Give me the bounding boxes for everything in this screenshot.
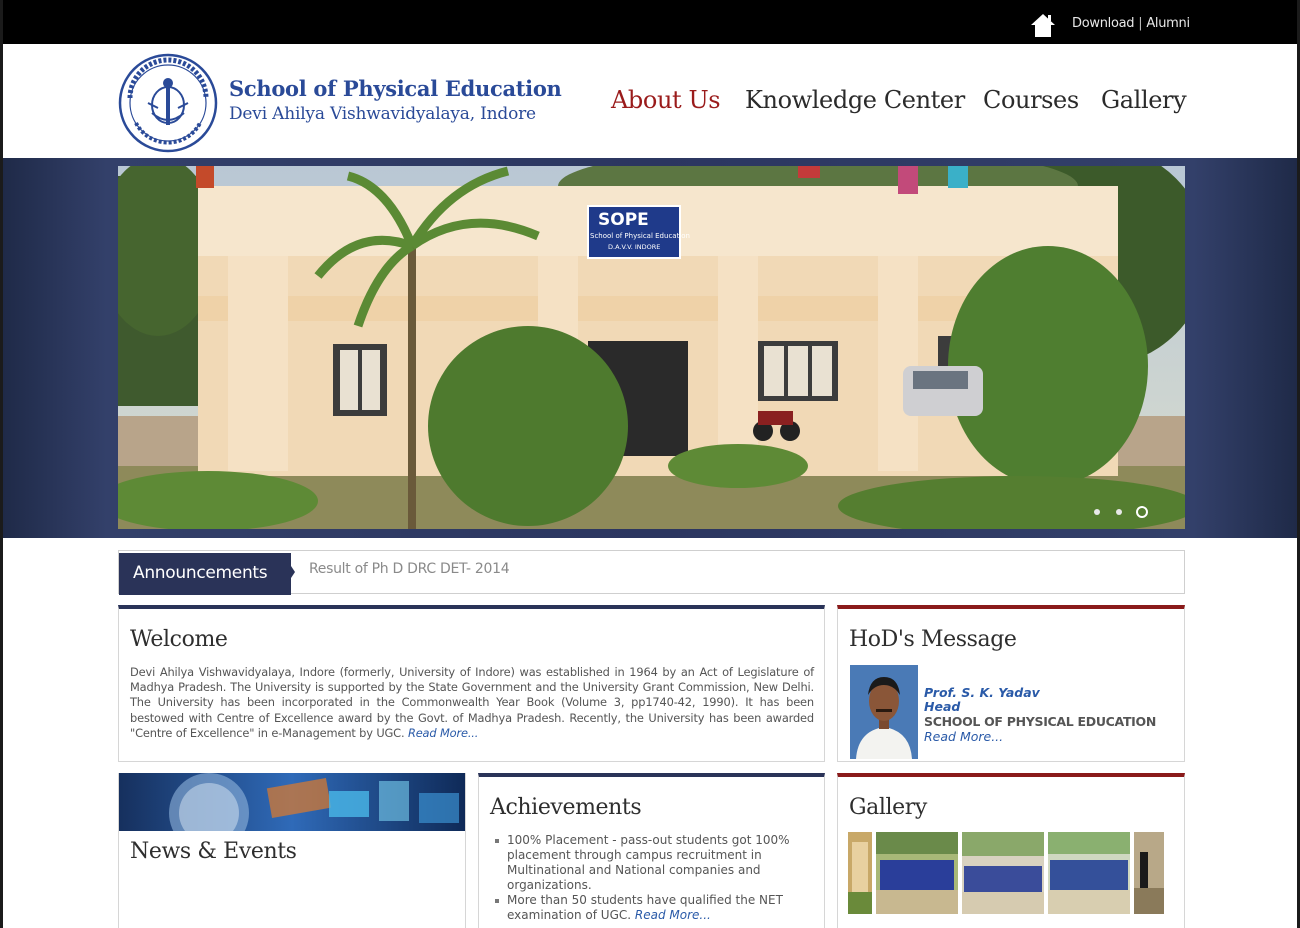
hod-department: SCHOOL OF PHYSICAL EDUCATION: [924, 714, 1157, 729]
achievements-list: 100% Placement - pass-out students got 1…: [495, 833, 811, 923]
achievements-read-more-link[interactable]: Read More...: [635, 908, 711, 922]
gallery-thumb[interactable]: [1048, 832, 1130, 914]
gallery-thumb[interactable]: [962, 832, 1044, 914]
welcome-text: Devi Ahilya Vishwavidyalaya, Indore (for…: [130, 665, 814, 741]
hod-read-more-link[interactable]: Read More...: [924, 729, 1003, 744]
hod-portrait: [850, 665, 918, 759]
slider-dots: [1090, 506, 1160, 520]
announcements-label: Announcements: [119, 553, 291, 595]
university-seal-icon[interactable]: [118, 53, 218, 153]
achievements-panel: Achievements 100% Placement - pass-out s…: [478, 773, 825, 928]
gallery-thumb[interactable]: [848, 832, 872, 914]
nav-courses[interactable]: Courses: [983, 86, 1079, 114]
download-link[interactable]: Download: [1072, 16, 1135, 31]
news-title: News & Events: [130, 839, 297, 864]
home-icon[interactable]: [1030, 12, 1056, 38]
welcome-read-more-link[interactable]: Read More...: [408, 726, 478, 740]
gallery-strip: [848, 832, 1168, 914]
nav-knowledge-center[interactable]: Knowledge Center: [745, 86, 965, 114]
sign-line3: D.A.V.V. INDORE: [608, 243, 660, 251]
achievement-item: 100% Placement - pass-out students got 1…: [495, 833, 811, 893]
top-links-separator: |: [1138, 16, 1143, 31]
gallery-thumb[interactable]: [876, 832, 958, 914]
welcome-panel: Welcome Devi Ahilya Vishwavidyalaya, Ind…: [118, 605, 825, 762]
announcement-item[interactable]: Result of Ph D DRC DET- 2014: [309, 561, 510, 577]
sign-subtitle: School of Physical Education: [590, 232, 690, 240]
hod-panel: HoD's Message Prof. S. K. Yadav Head SCH…: [837, 605, 1185, 762]
nav-about-us[interactable]: About Us: [611, 86, 721, 114]
banner-slide-image: SOPE School of Physical Education D.A.V.…: [118, 166, 1185, 529]
alumni-link[interactable]: Alumni: [1146, 16, 1190, 31]
slider-dot-1[interactable]: [1094, 509, 1100, 515]
top-links: Download | Alumni: [1072, 16, 1190, 31]
site-subtitle: Devi Ahilya Vishwavidyalaya, Indore: [229, 104, 536, 124]
announcements-bar: Announcements Result of Ph D DRC DET- 20…: [118, 550, 1185, 595]
achievements-title: Achievements: [490, 795, 642, 820]
gallery-panel: Gallery: [837, 773, 1185, 928]
achievement-text: 100% Placement - pass-out students got 1…: [507, 833, 790, 892]
welcome-title: Welcome: [130, 627, 228, 652]
news-panel: News & Events: [118, 773, 466, 928]
announcements-arrow-icon: [289, 563, 295, 581]
nav-gallery[interactable]: Gallery: [1101, 86, 1187, 114]
news-banner-image: [119, 773, 465, 831]
hod-name: Prof. S. K. Yadav: [924, 685, 1040, 700]
hod-title: HoD's Message: [849, 627, 1017, 652]
gallery-title: Gallery: [849, 795, 927, 820]
site-title[interactable]: School of Physical Education: [229, 76, 562, 101]
slider-dot-3[interactable]: [1136, 506, 1148, 518]
slider-dot-2[interactable]: [1116, 509, 1122, 515]
building-photo: SOPE School of Physical Education D.A.V.…: [118, 166, 1185, 529]
achievement-item: More than 50 students have qualified the…: [495, 893, 811, 923]
sign-title: SOPE: [598, 210, 649, 230]
gallery-thumb[interactable]: [1134, 832, 1164, 914]
hod-role: Head: [924, 699, 961, 714]
